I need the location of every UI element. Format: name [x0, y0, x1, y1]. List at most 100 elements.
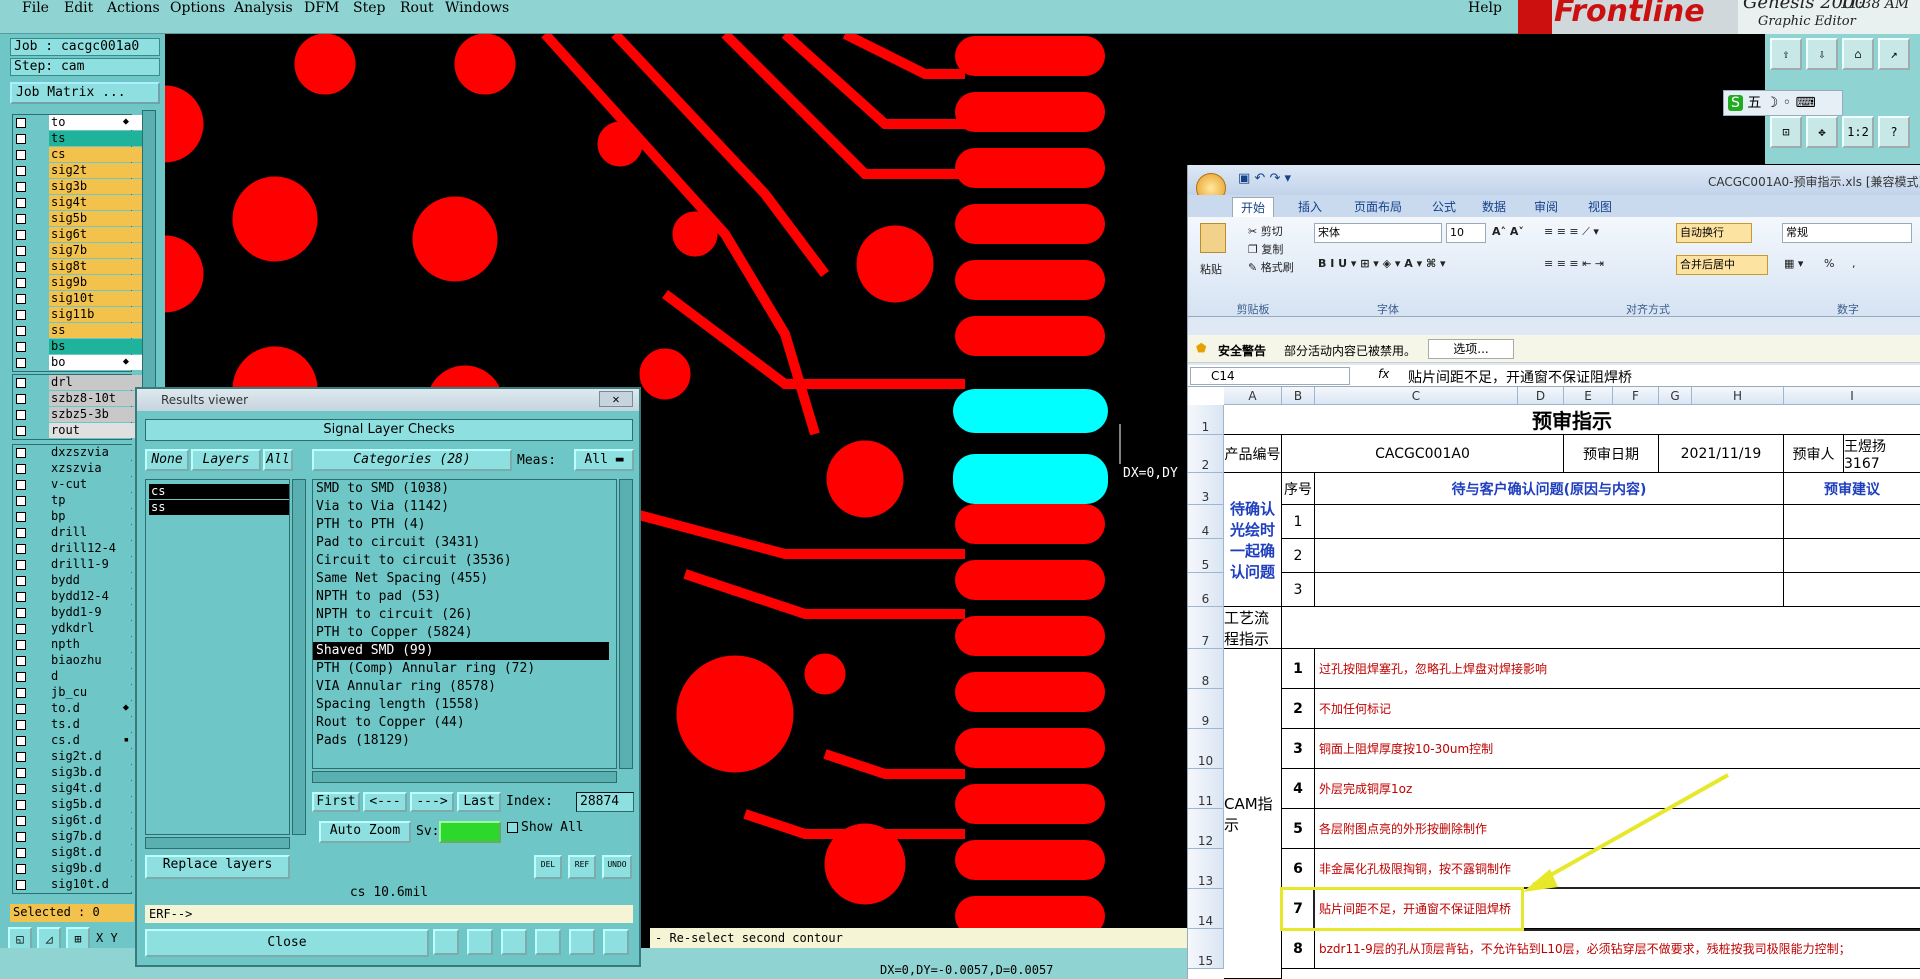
layer-row[interactable]: drl: [13, 375, 143, 391]
category-item[interactable]: Pad to circuit (3431): [313, 534, 609, 552]
layer-row[interactable]: cs: [13, 147, 143, 163]
layer-row[interactable]: drill12-4: [13, 541, 143, 557]
layer-checkbox[interactable]: [16, 118, 26, 128]
layer-row[interactable]: sig6t.d: [13, 813, 143, 829]
erf-input[interactable]: ERF-->: [145, 905, 633, 923]
move-icon[interactable]: ✥: [1806, 116, 1838, 148]
layer-row[interactable]: ts: [13, 131, 143, 147]
del-button[interactable]: DEL: [534, 855, 562, 879]
layer-checkbox[interactable]: [16, 528, 26, 538]
layer-checkbox[interactable]: [16, 672, 26, 682]
layer-name[interactable]: sig2t.d: [49, 749, 143, 764]
layer-row[interactable]: xzszvia: [13, 461, 143, 477]
layer-name[interactable]: drill1-9: [49, 557, 143, 572]
layer-checkbox[interactable]: [16, 448, 26, 458]
layer-name[interactable]: ts.d: [49, 717, 143, 732]
cam-seq-cell[interactable]: 5: [1282, 809, 1315, 849]
layer-checkbox[interactable]: [16, 544, 26, 554]
layer-row[interactable]: sig8t: [13, 259, 143, 275]
result-layer-item[interactable]: ss: [149, 500, 289, 515]
layer-checkbox[interactable]: [16, 848, 26, 858]
number-format-select[interactable]: 常规: [1782, 223, 1912, 243]
cam-label-cell[interactable]: CAM指示: [1224, 649, 1282, 979]
layer-row[interactable]: cs.d ▪: [13, 733, 143, 749]
index-field[interactable]: 28874: [576, 792, 634, 812]
layer-row[interactable]: to.d ⬥: [13, 701, 143, 717]
layer-checkbox[interactable]: [16, 278, 26, 288]
layer-checkbox[interactable]: [16, 592, 26, 602]
cross-tool-icon[interactable]: [501, 929, 527, 955]
layer-row[interactable]: tp: [13, 493, 143, 509]
layer-checkbox[interactable]: [16, 394, 26, 404]
layer-name[interactable]: ts: [49, 131, 143, 146]
layer-name[interactable]: ydkdrl: [49, 621, 143, 636]
cam-item-cell[interactable]: 外层完成铜厚1oz: [1315, 769, 1920, 809]
layer-checkbox[interactable]: [16, 410, 26, 420]
layer-name[interactable]: tp: [49, 493, 143, 508]
menu-actions[interactable]: Actions: [107, 0, 160, 16]
advice-cell[interactable]: [1784, 505, 1920, 539]
layer-row[interactable]: bp: [13, 509, 143, 525]
next-button[interactable]: --->: [410, 792, 454, 812]
layer-name[interactable]: sig10t.d: [49, 877, 143, 892]
layer-checkbox[interactable]: [16, 464, 26, 474]
layer-name[interactable]: d: [49, 669, 143, 684]
layer-checkbox[interactable]: [16, 640, 26, 650]
comma-button[interactable]: ,: [1852, 257, 1856, 270]
layer-checkbox[interactable]: [16, 214, 26, 224]
snap-icon[interactable]: ⊡: [1770, 116, 1802, 148]
cam-seq-cell[interactable]: 6: [1282, 849, 1315, 889]
layer-checkbox[interactable]: [16, 608, 26, 618]
layer-name[interactable]: sig4t.d: [49, 781, 143, 796]
merge-center-button[interactable]: 合并后居中: [1676, 255, 1768, 275]
cam-item-cell[interactable]: 铜面上阻焊厚度按10-30um控制: [1315, 729, 1920, 769]
layer-name[interactable]: dxzszvia: [49, 445, 143, 460]
category-item[interactable]: Pads (18129): [313, 732, 609, 750]
seq-cell[interactable]: 3: [1282, 573, 1315, 607]
layer-checkbox[interactable]: [16, 768, 26, 778]
category-item[interactable]: Same Net Spacing (455): [313, 570, 609, 588]
layer-row[interactable]: bydd12-4: [13, 589, 143, 605]
layer-row[interactable]: sig10t.d: [13, 877, 143, 893]
layer-checkbox[interactable]: [16, 182, 26, 192]
layer-name[interactable]: sig6t: [49, 227, 143, 242]
category-item[interactable]: Shaved SMD (99): [313, 642, 609, 660]
layer-row[interactable]: sig7b: [13, 243, 143, 259]
layer-checkbox[interactable]: [16, 832, 26, 842]
layer-name[interactable]: sig6t.d: [49, 813, 143, 828]
font-name-select[interactable]: 宋体: [1314, 223, 1442, 243]
date-label-cell[interactable]: 预审日期: [1564, 435, 1659, 473]
layer-name[interactable]: sig2t: [49, 163, 143, 178]
font-style-buttons[interactable]: B I U ▾ ⊞ ▾ ◈ ▾ A ▾ ⌘ ▾: [1318, 257, 1446, 270]
layer-checkbox[interactable]: [16, 704, 26, 714]
seq-header-cell[interactable]: 序号: [1282, 473, 1315, 505]
menu-edit[interactable]: Edit: [64, 0, 93, 16]
tab-page-layout[interactable]: 页面布局: [1346, 197, 1410, 217]
layer-name[interactable]: bydd12-4: [49, 589, 143, 604]
category-item[interactable]: Circuit to circuit (3536): [313, 552, 609, 570]
currency-icon[interactable]: ▦ ▾: [1784, 257, 1803, 270]
category-item[interactable]: Rout to Copper (44): [313, 714, 609, 732]
arrow-icon[interactable]: ↗: [1878, 38, 1910, 70]
formula-input[interactable]: 贴片间距不足，开通窗不保证阻焊桥: [1408, 367, 1632, 387]
layer-checkbox[interactable]: [16, 166, 26, 176]
none-button[interactable]: None: [145, 449, 189, 471]
paste-label[interactable]: 粘贴: [1200, 261, 1222, 277]
reviewer-cell[interactable]: 王煜扬3167: [1844, 435, 1920, 473]
menu-rout[interactable]: Rout: [400, 0, 434, 16]
menu-windows[interactable]: Windows: [445, 0, 509, 16]
graph-tool-icon[interactable]: [433, 929, 459, 955]
layer-name[interactable]: szbz8-10t: [49, 391, 143, 406]
layer-name[interactable]: sig4t: [49, 195, 143, 210]
layer-name[interactable]: bydd: [49, 573, 143, 588]
layer-checkbox[interactable]: [16, 512, 26, 522]
layer-name[interactable]: cs: [49, 147, 143, 162]
category-item[interactable]: VIA Annular ring (8578): [313, 678, 609, 696]
menu-step[interactable]: Step: [353, 0, 385, 16]
layer-name[interactable]: ss: [49, 323, 143, 338]
layer-row[interactable]: sig2t.d: [13, 749, 143, 765]
fx-icon[interactable]: fx: [1378, 367, 1389, 381]
menu-help[interactable]: Help: [1468, 0, 1502, 16]
home-icon[interactable]: ⌂: [1842, 38, 1874, 70]
layer-checkbox[interactable]: [16, 134, 26, 144]
